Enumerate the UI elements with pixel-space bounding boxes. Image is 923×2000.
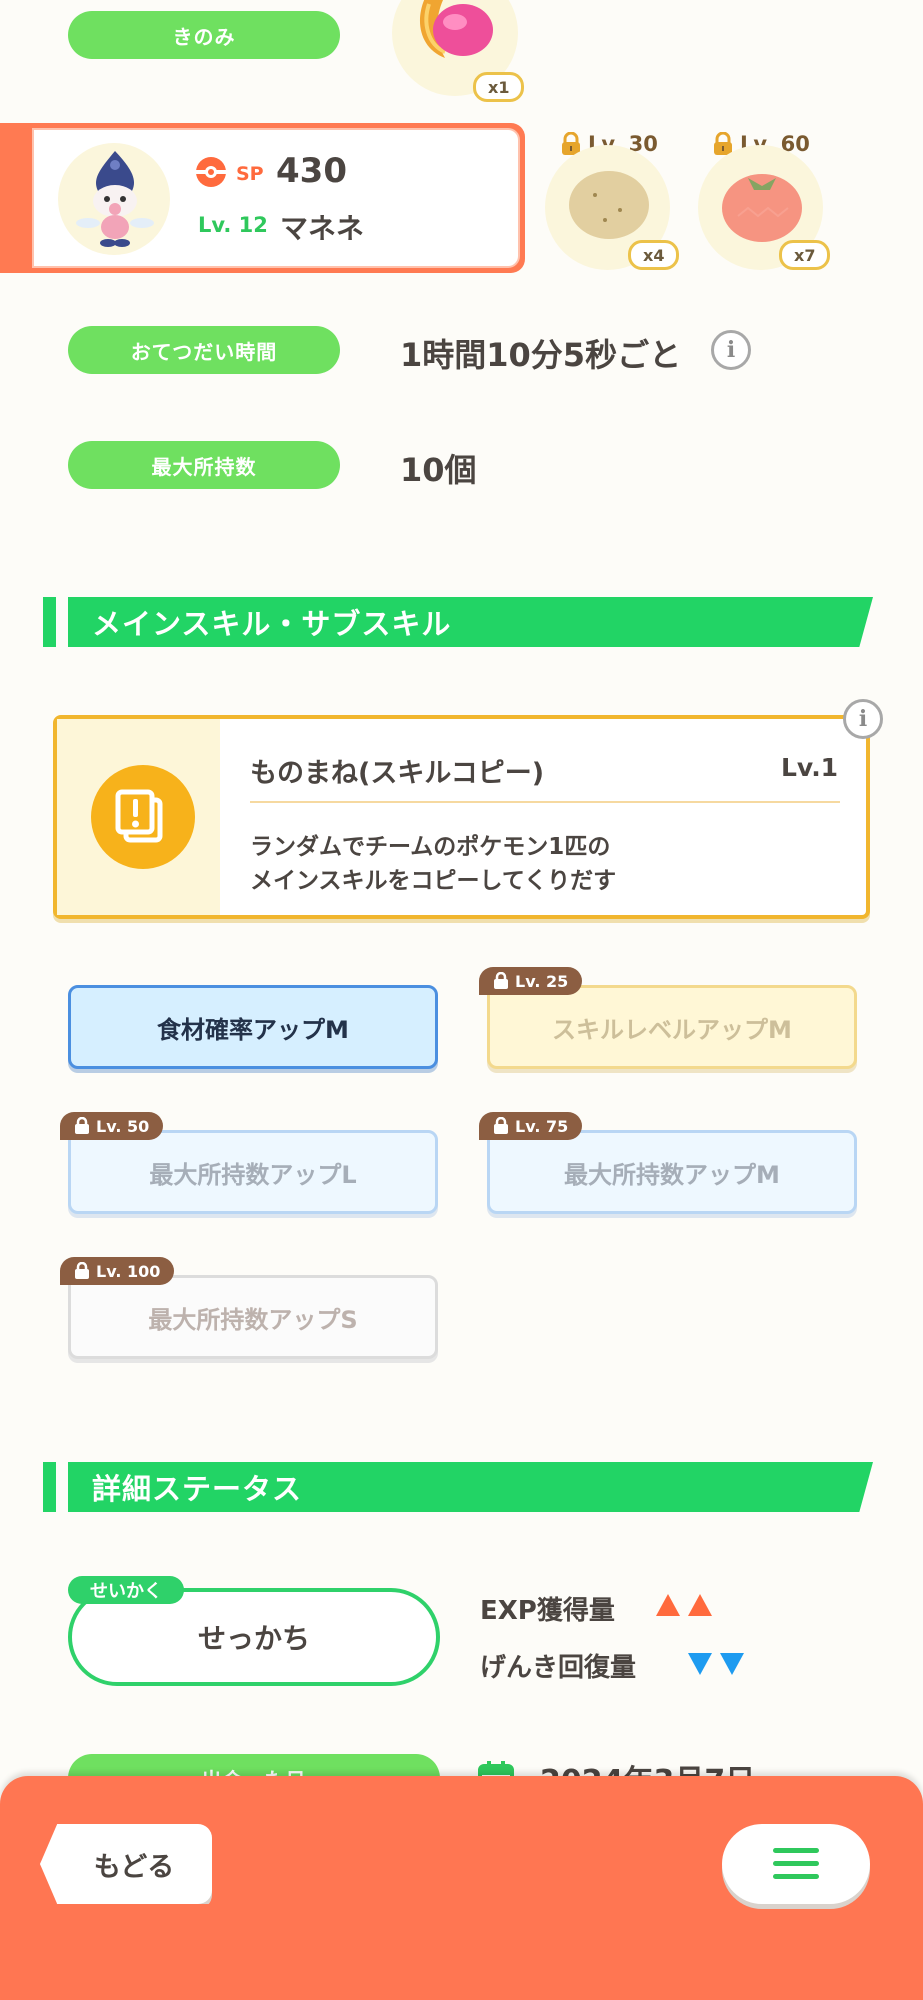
main-skill-name: ものまね(スキルコピー): [250, 758, 545, 789]
pokemon-name: マネネ: [280, 212, 365, 245]
help-time-info-icon[interactable]: i: [711, 330, 751, 370]
copy-skill-icon: [91, 765, 195, 869]
sub-skill-2-lock-tag: Lv. 25: [479, 967, 583, 995]
pokeball-icon: [196, 157, 226, 187]
mime-jr-avatar: [76, 151, 154, 247]
sub-skill-3-label: 最大所持数アップL: [149, 1160, 357, 1189]
details-section-header: 詳細ステータス: [68, 1462, 873, 1512]
main-skill-divider: [250, 801, 840, 803]
max-carry-value: 10個: [400, 451, 477, 489]
tomato-icon: [722, 174, 802, 242]
ingredient-1-count-badge: x4: [628, 240, 680, 270]
main-skill-description-line1: ランダムでチームのポケモン1匹の: [250, 834, 611, 860]
nature-tag: せいかく: [68, 1576, 184, 1604]
sub-skill-1-button[interactable]: 食材確率アップM: [68, 985, 438, 1069]
main-skill-level: Lv.1: [781, 753, 839, 782]
nature-value: せっかち: [197, 1622, 310, 1655]
help-time-value: 1時間10分5秒ごと: [400, 336, 682, 374]
ingredient-2-count-badge: x7: [779, 240, 831, 270]
main-skill-description-line2: メインスキルをコピーしてくりだす: [250, 868, 617, 894]
hamburger-menu-icon: [773, 1848, 819, 1879]
skills-section-header: メインスキル・サブスキル: [68, 597, 873, 647]
sub-skill-4-button[interactable]: 最大所持数アップM: [487, 1130, 857, 1214]
sub-skill-2-label: スキルレベルアップM: [552, 1015, 792, 1044]
sub-skill-5-lock-level: Lv. 100: [96, 1261, 161, 1281]
menu-button[interactable]: [722, 1824, 870, 1904]
lock-icon: [494, 1117, 508, 1134]
help-time-label: おてつだい時間: [130, 339, 278, 364]
berry-label: きのみ: [172, 24, 236, 49]
ingredient-2-count: x7: [794, 245, 816, 265]
skills-section-marker: [43, 597, 56, 647]
lock-icon: [75, 1262, 89, 1279]
pokemon-level: Lv. 12: [198, 213, 268, 237]
sub-skill-4-label: 最大所持数アップM: [564, 1160, 780, 1189]
potato-icon: [569, 171, 649, 239]
sub-skill-5-button[interactable]: 最大所持数アップS: [68, 1275, 438, 1359]
berry-label-pill: きのみ: [68, 11, 340, 59]
sub-skill-2-lock-level: Lv. 25: [515, 971, 569, 991]
pokemon-card[interactable]: SP 430 Lv. 12 マネネ: [0, 123, 525, 273]
main-skill-card[interactable]: ものまね(スキルコピー) Lv.1 ランダムでチームのポケモン1匹の メインスキ…: [53, 715, 870, 919]
berry-count: x1: [488, 77, 510, 97]
ingredient-1-count: x4: [643, 245, 665, 265]
sub-skill-3-lock-level: Lv. 50: [96, 1116, 150, 1136]
sub-skill-2-button[interactable]: スキルレベルアップM: [487, 985, 857, 1069]
nature-down-label: げんき回復量: [480, 1653, 637, 1683]
sub-skill-4-lock-level: Lv. 75: [515, 1116, 569, 1136]
sub-skill-1-label: 食材確率アップM: [157, 1015, 349, 1044]
details-section-marker: [43, 1462, 56, 1512]
back-button-label: もどる: [93, 1851, 175, 1883]
lock-icon: [75, 1117, 89, 1134]
sp-label: SP: [236, 163, 264, 185]
help-time-label-pill: おてつだい時間: [68, 326, 340, 374]
sub-skill-3-button[interactable]: 最大所持数アップL: [68, 1130, 438, 1214]
main-skill-info-icon[interactable]: i: [843, 699, 883, 739]
sub-skill-4-lock-tag: Lv. 75: [479, 1112, 583, 1140]
max-carry-label-pill: 最大所持数: [68, 441, 340, 489]
back-button[interactable]: もどる: [40, 1824, 212, 1904]
skills-section-title: メインスキル・サブスキル: [92, 607, 452, 641]
nature-up-label: EXP獲得量: [480, 1596, 615, 1626]
sub-skill-5-label: 最大所持数アップS: [148, 1305, 358, 1334]
lock-icon: [494, 972, 508, 989]
details-section-title: 詳細ステータス: [92, 1472, 303, 1506]
sp-value: 430: [276, 151, 347, 191]
stat-up-arrows-icon: [656, 1594, 712, 1616]
max-carry-label: 最大所持数: [151, 454, 257, 479]
stat-down-arrows-icon: [688, 1653, 744, 1675]
berry-icon: [419, 0, 493, 58]
sub-skill-3-lock-tag: Lv. 50: [60, 1112, 164, 1140]
nature-tag-label: せいかく: [90, 1581, 162, 1602]
sub-skill-5-lock-tag: Lv. 100: [60, 1257, 175, 1285]
berry-count-badge: x1: [473, 72, 525, 102]
